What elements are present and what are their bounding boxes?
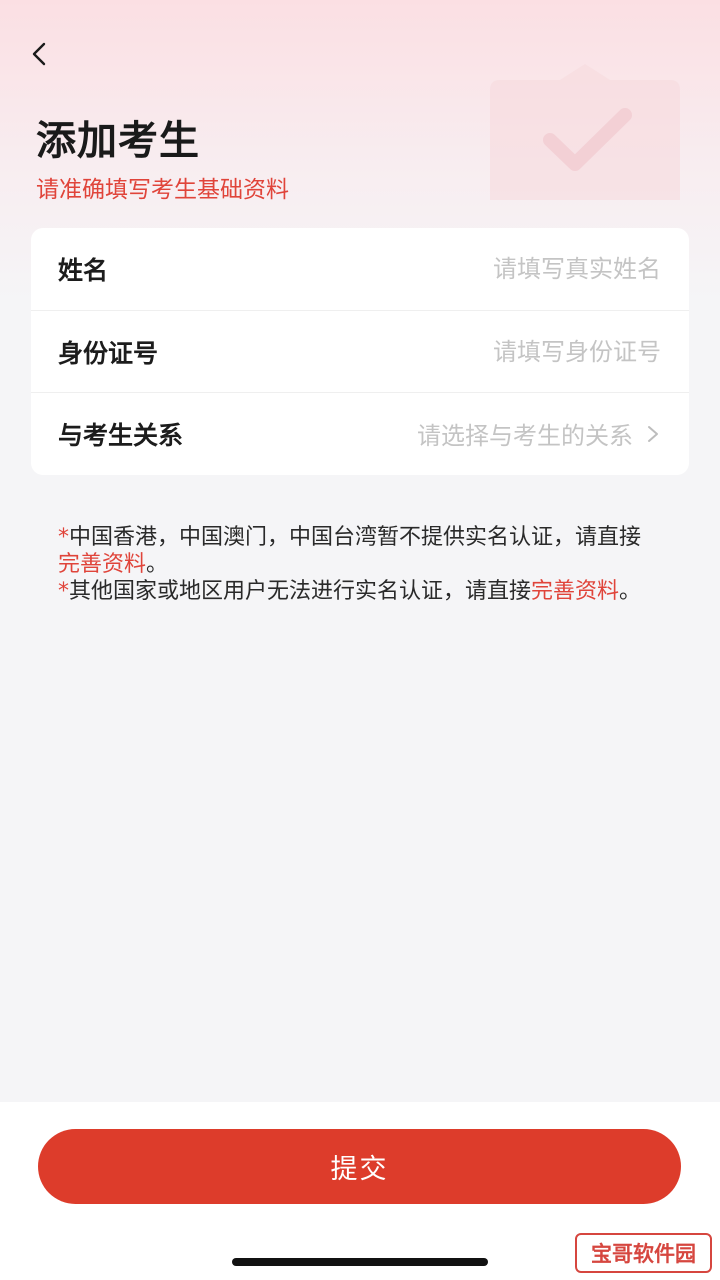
relation-row[interactable]: 与考生关系 请选择与考生的关系 bbox=[31, 392, 689, 474]
shield-check-icon bbox=[490, 64, 680, 200]
name-label: 姓名 bbox=[58, 256, 109, 285]
note-1-end: 。 bbox=[146, 552, 169, 577]
name-row: 姓名 bbox=[31, 228, 689, 310]
page-title: 添加考生 bbox=[36, 118, 200, 164]
chevron-right-icon bbox=[648, 425, 658, 442]
note-line-2: *其他国家或地区用户无法进行实名认证，请直接完善资料。 bbox=[58, 578, 658, 605]
required-star: * bbox=[58, 579, 69, 604]
back-button[interactable] bbox=[22, 36, 58, 72]
submit-button[interactable]: 提交 bbox=[38, 1129, 681, 1204]
relation-placeholder: 请选择与考生的关系 bbox=[417, 422, 633, 450]
name-input[interactable] bbox=[321, 255, 661, 283]
required-star: * bbox=[58, 525, 69, 550]
page-subtitle: 请准确填写考生基础资料 bbox=[36, 177, 289, 203]
id-number-row: 身份证号 bbox=[31, 310, 689, 392]
note-2-text: 其他国家或地区用户无法进行实名认证，请直接 bbox=[69, 579, 532, 604]
relation-label: 与考生关系 bbox=[58, 420, 184, 450]
home-indicator[interactable] bbox=[232, 1258, 488, 1266]
complete-profile-link-1[interactable]: 完善资料 bbox=[58, 552, 146, 577]
complete-profile-link-2[interactable]: 完善资料 bbox=[531, 579, 619, 604]
real-name-notes: *中国香港，中国澳门，中国台湾暂不提供实名认证，请直接完善资料。 *其他国家或地… bbox=[58, 524, 658, 605]
note-1-text: 中国香港，中国澳门，中国台湾暂不提供实名认证，请直接 bbox=[69, 525, 642, 550]
id-number-label: 身份证号 bbox=[58, 338, 159, 368]
relation-select[interactable]: 请选择与考生的关系 bbox=[417, 416, 661, 451]
watermark-logo: 宝哥软件园 bbox=[575, 1233, 712, 1273]
student-info-form: 姓名 身份证号 与考生关系 请选择与考生的关系 bbox=[31, 228, 689, 475]
id-number-input[interactable] bbox=[321, 337, 661, 366]
note-2-end: 。 bbox=[619, 579, 642, 604]
chevron-left-icon bbox=[32, 42, 46, 66]
note-line-1: *中国香港，中国澳门，中国台湾暂不提供实名认证，请直接完善资料。 bbox=[58, 524, 658, 578]
